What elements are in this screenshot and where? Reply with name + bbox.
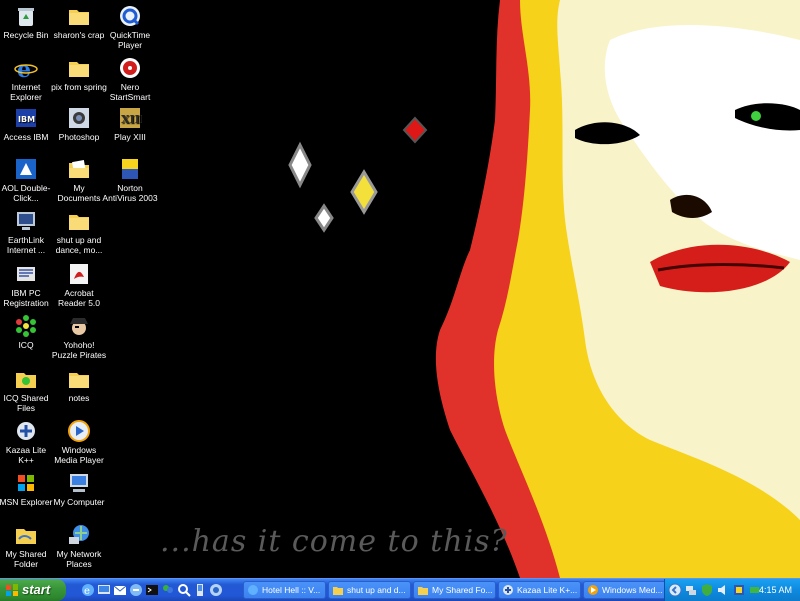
icq-icon bbox=[16, 315, 36, 337]
network-places-icon bbox=[69, 525, 89, 544]
desktop-icon-photoshop[interactable]: Photoshop bbox=[51, 106, 107, 143]
network-icon[interactable] bbox=[684, 583, 698, 597]
shared-folder-icon bbox=[16, 529, 36, 544]
kazaa-icon bbox=[503, 585, 513, 595]
xiii-game-icon: XIII bbox=[120, 108, 142, 128]
desktop-icon-acrobat[interactable]: Acrobat Reader 5.0 bbox=[51, 262, 107, 308]
ibm-icon: IBM bbox=[16, 109, 36, 127]
desktop-icon-my-shared-folder[interactable]: My Shared Folder bbox=[0, 523, 54, 569]
folder-icon bbox=[69, 10, 89, 25]
media-player-icon bbox=[588, 585, 598, 595]
desktop-icon[interactable] bbox=[96, 582, 112, 598]
windows-flag-icon bbox=[6, 584, 18, 596]
pirate-icon bbox=[70, 318, 88, 335]
desktop-icon-nero[interactable]: Nero StartSmart bbox=[102, 56, 158, 102]
desktop-icon-recycle-bin[interactable]: Recycle Bin bbox=[0, 4, 54, 41]
my-documents-icon bbox=[69, 160, 89, 178]
folder-icon bbox=[69, 215, 89, 230]
desktop-icon-notes[interactable]: notes bbox=[51, 367, 107, 404]
explorer-icon[interactable] bbox=[128, 582, 144, 598]
ie-icon[interactable]: e bbox=[80, 582, 96, 598]
task-windows-media[interactable]: Windows Med... bbox=[583, 581, 666, 599]
cmd-icon[interactable] bbox=[144, 582, 160, 598]
volume-icon[interactable] bbox=[716, 583, 730, 597]
desktop-icon-icq[interactable]: ICQ bbox=[0, 314, 54, 351]
earthlink-icon bbox=[17, 212, 35, 230]
desktop-icon-aol[interactable]: AOL Double-Click... bbox=[0, 157, 54, 203]
taskbar: start e Hotel Hell :: V... shut up and d… bbox=[0, 578, 800, 601]
folder-icon bbox=[69, 373, 89, 388]
desktop-icon-windows-media-player[interactable]: Windows Media Player bbox=[51, 419, 107, 465]
msn-icon bbox=[18, 475, 34, 491]
aol-icon bbox=[16, 159, 36, 179]
start-button[interactable]: start bbox=[0, 579, 66, 601]
clock[interactable]: 4:15 AM bbox=[759, 579, 792, 601]
desktop-icon-sharons-crap[interactable]: sharon's crap bbox=[51, 4, 107, 41]
wallpaper-caption: ...has it come to this? bbox=[160, 524, 508, 559]
desktop-icon-ibm-pc-registration[interactable]: IBM PC Registration bbox=[0, 262, 54, 308]
recycle-bin-icon bbox=[18, 8, 34, 26]
desktop-icon-puzzle-pirates[interactable]: Yohoho! Puzzle Pirates bbox=[51, 314, 107, 360]
svg-text:e: e bbox=[84, 586, 90, 597]
photoshop-icon bbox=[69, 108, 89, 128]
desktop-icon-earthlink[interactable]: EarthLink Internet ... bbox=[0, 209, 54, 255]
search-icon[interactable] bbox=[176, 582, 192, 598]
pda-icon[interactable] bbox=[192, 582, 208, 598]
desktop-icon-icq-shared-files[interactable]: ICQ Shared Files bbox=[0, 367, 54, 413]
desktop-icon-my-computer[interactable]: My Computer bbox=[51, 471, 107, 508]
start-label: start bbox=[22, 582, 51, 597]
icq-shared-icon bbox=[16, 373, 36, 388]
acrobat-icon bbox=[70, 264, 88, 284]
messenger-icon[interactable] bbox=[160, 582, 176, 598]
kazaa-icon bbox=[17, 422, 35, 440]
folder-icon bbox=[333, 587, 343, 595]
desktop-icon-pix-from-spring[interactable]: pix from spring bbox=[51, 56, 107, 93]
internet-explorer-icon: e bbox=[14, 57, 38, 80]
svg-text:e: e bbox=[17, 57, 31, 80]
svg-text:IBM: IBM bbox=[18, 115, 35, 124]
desktop-icon-access-ibm[interactable]: IBM Access IBM bbox=[0, 106, 54, 143]
desktop-icon-msn-explorer[interactable]: MSN Explorer bbox=[0, 471, 54, 508]
desktop-icon-kazaa[interactable]: Kazaa Lite K++ bbox=[0, 419, 54, 465]
quicktime-icon bbox=[120, 6, 140, 26]
task-hotel-hell[interactable]: Hotel Hell :: V... bbox=[243, 581, 326, 599]
folder-icon bbox=[69, 62, 89, 77]
my-computer-icon bbox=[70, 474, 88, 492]
svg-text:XIII: XIII bbox=[121, 113, 142, 126]
expand-icon[interactable] bbox=[668, 583, 682, 597]
desktop-icon-my-documents[interactable]: My Documents bbox=[51, 157, 107, 203]
desktop-icon-internet-explorer[interactable]: e Internet Explorer bbox=[0, 56, 54, 102]
outlook-icon[interactable] bbox=[112, 582, 128, 598]
desktop-icon-shut-up-and-dance[interactable]: shut up and dance, mo... bbox=[51, 209, 107, 255]
security-icon[interactable] bbox=[700, 583, 714, 597]
media-player-icon bbox=[68, 420, 90, 442]
tray-app-icon[interactable] bbox=[732, 583, 746, 597]
desktop-icon-norton[interactable]: Norton AntiVirus 2003 bbox=[102, 157, 158, 203]
system-tray: 4:15 AM bbox=[664, 579, 800, 601]
folder-icon bbox=[418, 587, 428, 595]
task-shut-up-and-dance[interactable]: shut up and d... bbox=[328, 581, 411, 599]
desktop-icon-my-network-places[interactable]: My Network Places bbox=[51, 523, 107, 569]
desktop-icon-play-xiii[interactable]: XIII Play XIII bbox=[102, 106, 158, 143]
nero-icon bbox=[120, 58, 140, 78]
registration-icon bbox=[17, 267, 35, 281]
finder-icon[interactable] bbox=[208, 582, 224, 598]
norton-icon bbox=[122, 159, 138, 179]
ie-icon bbox=[248, 585, 258, 595]
task-kazaa-lite[interactable]: Kazaa Lite K+... bbox=[498, 581, 581, 599]
task-my-shared-folder[interactable]: My Shared Fo... bbox=[413, 581, 496, 599]
desktop-icon-quicktime[interactable]: QuickTime Player bbox=[102, 4, 158, 50]
